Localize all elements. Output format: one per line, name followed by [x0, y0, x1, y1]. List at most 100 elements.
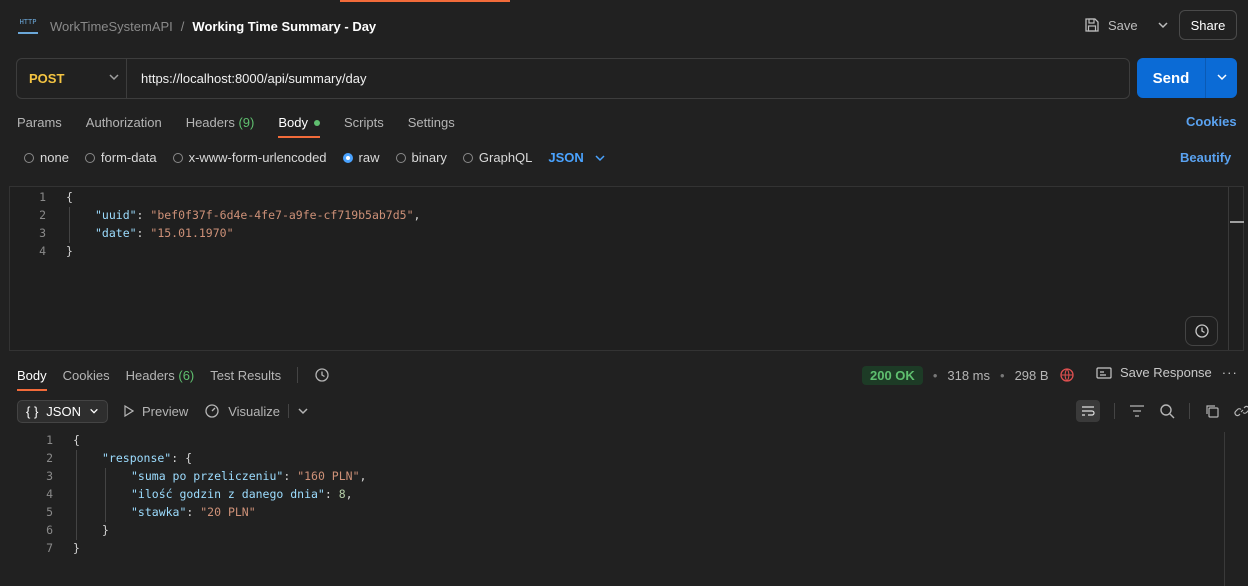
json-key: "suma po przeliczeniu": [131, 469, 284, 483]
code-line-ilosc: "ilość godzin z danego dnia": 8,: [131, 487, 353, 501]
radio-circle: [462, 152, 473, 163]
save-button[interactable]: Save: [1084, 11, 1170, 39]
line-number: 1: [39, 190, 46, 204]
filter-icon[interactable]: [1129, 404, 1145, 418]
scrollbar-marker: [1230, 221, 1244, 223]
response-scrollbar[interactable]: [1224, 432, 1225, 586]
save-response-icon: [1096, 366, 1112, 379]
radio-graphql[interactable]: GraphQL: [462, 150, 532, 165]
send-button[interactable]: Send: [1137, 58, 1237, 98]
tab-authorization[interactable]: Authorization: [86, 115, 162, 130]
format-select[interactable]: { } JSON: [17, 399, 108, 423]
code-line-date: "date": "15.01.1970": [95, 226, 234, 240]
url-input[interactable]: https://localhost:8000/api/summary/day: [127, 71, 366, 86]
method-select[interactable]: POST: [17, 59, 127, 98]
indent-guide: [76, 450, 77, 540]
chevron-down-icon[interactable]: [297, 405, 309, 417]
radio-raw[interactable]: raw: [342, 150, 380, 165]
radio-binary[interactable]: binary: [395, 150, 447, 165]
breadcrumb-collection[interactable]: WorkTimeSystemAPI: [50, 19, 173, 34]
tab-headers[interactable]: Headers (9): [186, 115, 255, 130]
chevron-down-icon[interactable]: [1156, 18, 1170, 32]
radio-binary-label: binary: [411, 150, 447, 165]
response-time[interactable]: 318 ms: [947, 368, 990, 383]
copy-icon[interactable]: [1204, 403, 1220, 419]
history-icon[interactable]: [314, 367, 330, 383]
save-response-button[interactable]: Save Response ···: [1096, 365, 1238, 380]
visualize-button[interactable]: Visualize: [204, 403, 309, 419]
radio-circle: [24, 152, 34, 163]
tab-settings[interactable]: Settings: [408, 115, 455, 130]
wrap-icon: [1082, 406, 1095, 416]
resp-tab-headers-label: Headers: [125, 367, 175, 383]
format-label: JSON: [46, 403, 81, 419]
resp-tab-test-results[interactable]: Test Results: [210, 368, 281, 383]
breadcrumb-separator: /: [180, 18, 185, 34]
request-tabs: Params Authorization Headers (9) Body Sc…: [17, 108, 455, 138]
request-body-editor[interactable]: 1 2 3 4 { "uuid": "bef0f37f-6d4e-4fe7-a9…: [9, 186, 1244, 351]
save-icon: [1085, 18, 1099, 32]
wrap-lines-button[interactable]: [1076, 400, 1100, 422]
line-number: 3: [39, 226, 46, 240]
radio-form-data-label: form-data: [100, 150, 157, 165]
visualize-icon: [205, 404, 219, 418]
globe-icon[interactable]: [1059, 367, 1075, 383]
resp-tab-body[interactable]: Body: [17, 368, 47, 391]
body-modified-dot: [313, 120, 320, 127]
code-line-response: "response": {: [102, 451, 193, 465]
code-line-uuid: "uuid": "bef0f37f-6d4e-4fe7-a9fe-cf719b5…: [95, 208, 421, 222]
resp-tab-cookies[interactable]: Cookies: [63, 368, 110, 383]
more-options-icon[interactable]: ···: [1222, 365, 1238, 380]
chevron-down-icon: [90, 408, 98, 414]
separator-dot: •: [1000, 367, 1005, 383]
code-line-stawka: "stawka": "20 PLN": [131, 505, 256, 519]
search-icon[interactable]: [1159, 403, 1175, 419]
tab-scripts[interactable]: Scripts: [344, 115, 384, 130]
send-label: Send: [1152, 69, 1190, 87]
beautify-button[interactable]: Beautify: [1180, 150, 1231, 165]
radio-urlencoded[interactable]: x-www-form-urlencoded: [172, 150, 327, 165]
cookies-link[interactable]: Cookies: [1186, 114, 1237, 129]
breadcrumb: HTTP WorkTimeSystemAPI / Working Time Su…: [18, 13, 376, 39]
response-size[interactable]: 298 B: [1015, 368, 1049, 383]
language-select[interactable]: JSON: [548, 150, 605, 165]
radio-none[interactable]: none: [24, 150, 69, 165]
line-number: 7: [46, 541, 53, 555]
format-bar: { } JSON Preview Visualize: [17, 399, 309, 423]
line-number: 5: [46, 505, 53, 519]
line-number: 4: [46, 487, 53, 501]
link-icon[interactable]: [1234, 403, 1248, 419]
radio-circle: [172, 152, 183, 163]
radio-raw-label: raw: [358, 150, 380, 165]
preview-button[interactable]: Preview: [124, 404, 188, 419]
resp-tab-headers[interactable]: Headers (6): [126, 368, 195, 383]
code-brace: {: [73, 433, 80, 447]
radio-form-data[interactable]: form-data: [84, 150, 157, 165]
share-button[interactable]: Share: [1179, 10, 1237, 40]
code-brace: }: [102, 523, 109, 537]
status-badge[interactable]: 200 OK: [862, 365, 923, 385]
preview-label: Preview: [141, 403, 189, 419]
visualize-label: Visualize: [228, 403, 281, 419]
divider: [1114, 403, 1115, 419]
tab-params[interactable]: Params: [17, 115, 62, 130]
response-tools: [1076, 400, 1248, 422]
line-number: 3: [46, 469, 53, 483]
separator-dot: •: [932, 367, 938, 383]
url-bar: POST https://localhost:8000/api/summary/…: [16, 58, 1130, 99]
editor-scrollbar[interactable]: [1228, 187, 1229, 350]
radio-none-label: none: [40, 150, 69, 165]
response-body-viewer[interactable]: 1 2 3 4 5 6 7 { "response": { "suma po p…: [0, 430, 1224, 586]
code-brace: {: [66, 190, 73, 204]
json-key: "ilość godzin z danego dnia": [131, 487, 325, 501]
code-brace: }: [73, 541, 80, 555]
request-title[interactable]: Working Time Summary - Day: [192, 19, 376, 34]
json-string: "20 PLN": [200, 505, 256, 519]
send-options-chevron-icon[interactable]: [1206, 71, 1237, 86]
method-label: POST: [29, 71, 65, 86]
json-number: 8: [338, 487, 346, 501]
tab-body[interactable]: Body: [278, 115, 320, 138]
json-string: "15.01.1970": [150, 226, 234, 240]
indent-guide: [69, 207, 70, 243]
history-button[interactable]: [1185, 316, 1218, 346]
